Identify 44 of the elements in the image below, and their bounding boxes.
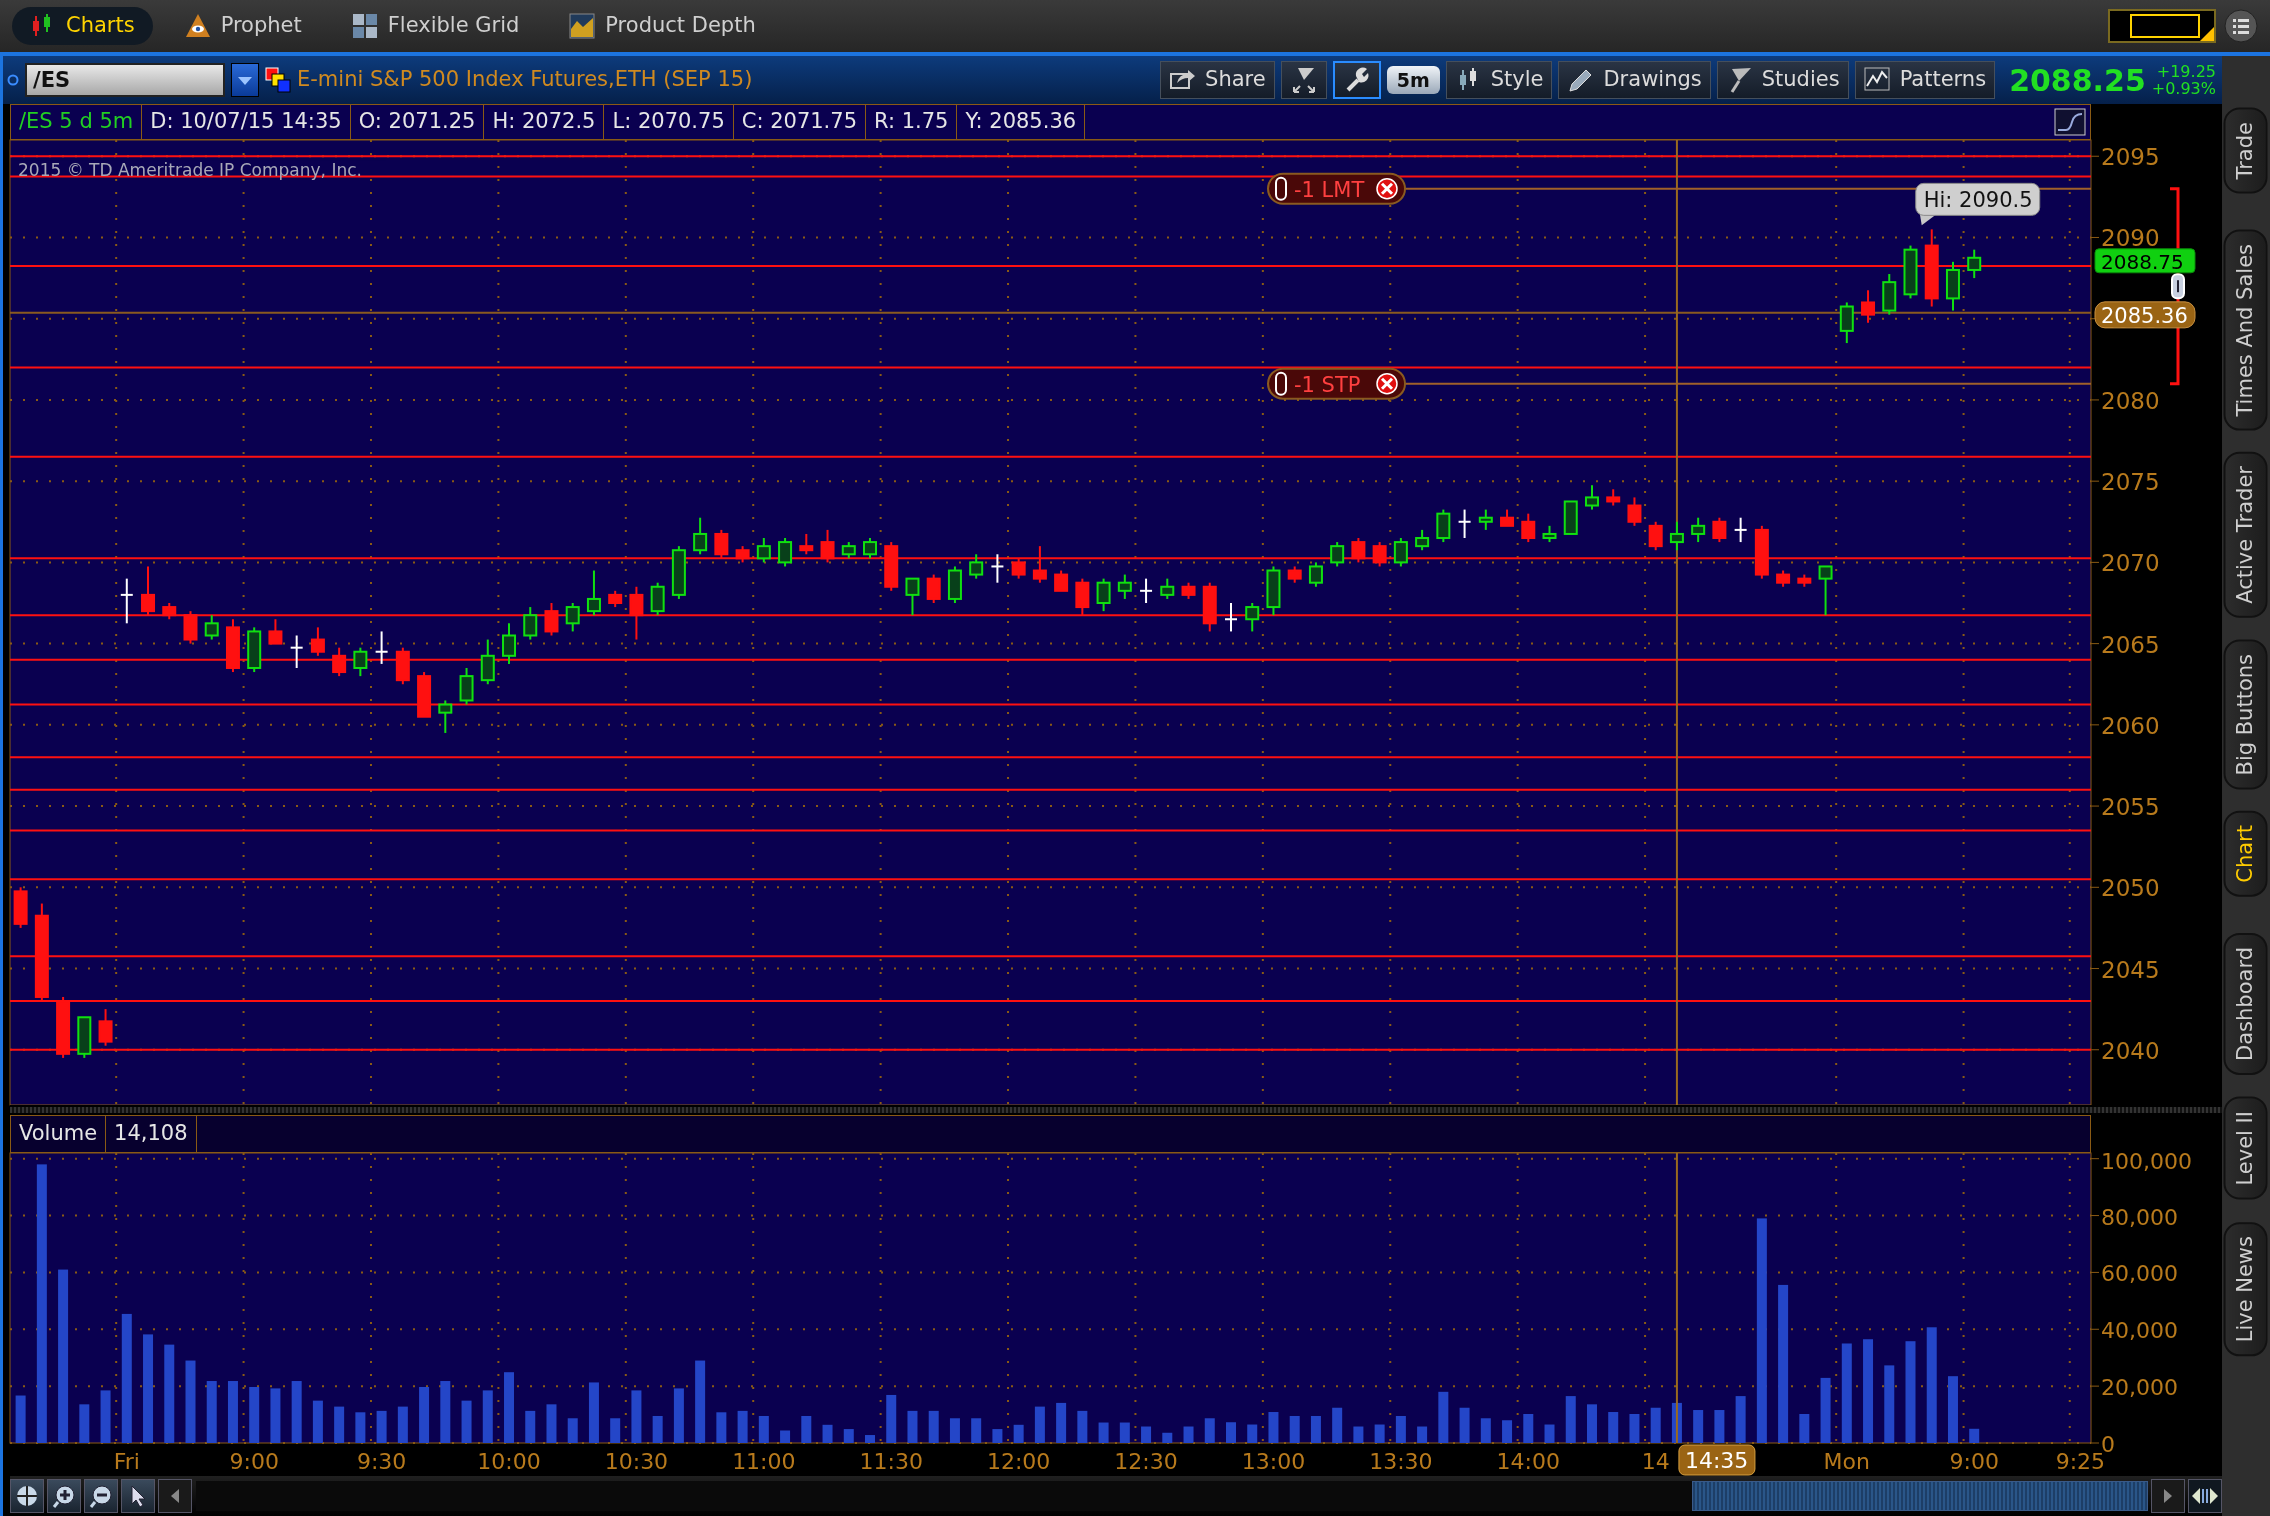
axis-label: 60,000 [2101,1261,2178,1287]
axis-label: 11:00 [732,1449,796,1474]
axis-label: 2045 [2101,956,2160,983]
axis-label: 9:00 [1949,1449,1999,1474]
instrument-title: E-mini S&P 500 Index Futures,ETH (SEP 15) [297,66,753,94]
axis-label: 2095 [2101,144,2160,171]
axis-label: 2060 [2101,712,2160,739]
annotation: Hi: 2090.5 [1923,188,2033,213]
percent-change: +0.93% [2151,80,2216,97]
close-price-tag: 2085.36 [2094,301,2196,329]
axis-label: 40,000 [2101,1318,2178,1344]
axis-label: 2080 [2101,387,2160,414]
axis-label: 2075 [2101,469,2160,496]
axis-label: 20,000 [2101,1375,2178,1401]
axis-label: 14:00 [1496,1449,1560,1474]
axis-label: 2050 [2101,875,2160,902]
axis-label: 2070 [2101,550,2160,577]
axis-label: Fri [113,1449,140,1474]
axis-label: 10:30 [604,1449,669,1474]
axis-label: 10:00 [477,1449,541,1474]
copyright-text: 2015 © TD Ameritrade IP Company, Inc. [18,160,362,181]
axis-label: Mon [1823,1449,1870,1474]
axis-label: 12:30 [1114,1449,1178,1474]
axis-label: 0 [2101,1432,2115,1457]
axis-label: 11:30 [859,1449,923,1474]
order-label: -1 LMT [1294,177,1365,202]
axis-label: 2055 [2101,794,2160,821]
order-label: -1 STP [1294,372,1361,397]
axis-label: 2040 [2101,1037,2160,1064]
axis-label: 13:00 [1241,1449,1306,1474]
axis-label: 80,000 [2101,1204,2178,1230]
axis-label: 12:00 [986,1449,1051,1474]
axis-label: 13:30 [1369,1449,1433,1474]
net-change: +19.25 [2155,63,2216,80]
axis-label: 9:00 [229,1449,279,1474]
last-price-tag: 2088.75 [2094,248,2196,274]
axis-label: 14 [1641,1449,1670,1474]
cursor-time-badge: 14:35 [1678,1444,1756,1476]
high-price-callout: Hi: 2090.5 [1915,182,2041,226]
last-price: 2088.25 [2009,61,2146,100]
axis-label: 2065 [2101,631,2160,658]
axis-label: 9:30 [356,1449,407,1474]
axis-label: 100,000 [2101,1149,2192,1174]
ref-line-label: 2085.36 [2101,303,2188,328]
